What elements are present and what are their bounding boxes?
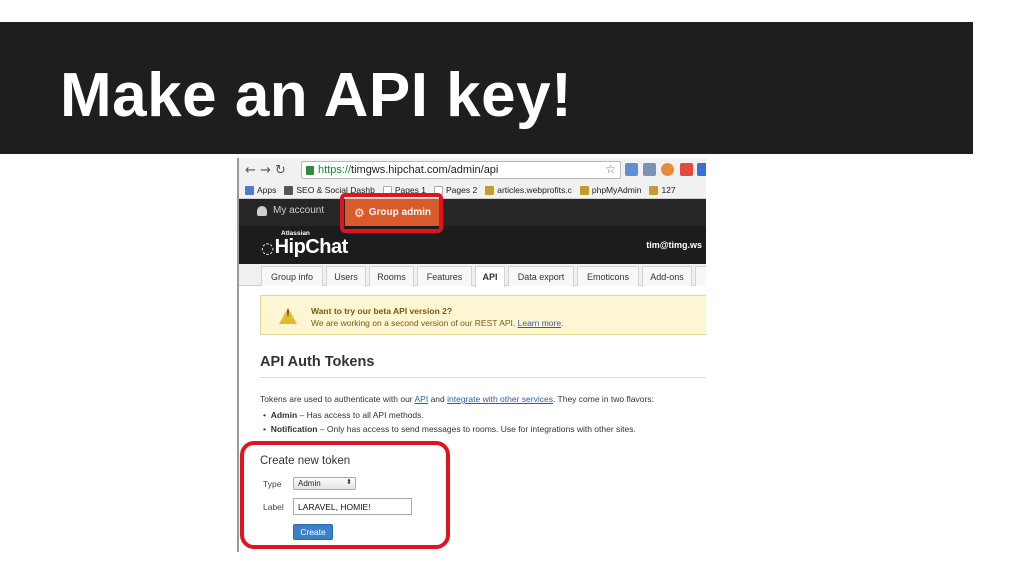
tab-users[interactable]: Users: [326, 266, 366, 286]
bookmarks-bar: Apps SEO & Social Dashb Pages 1 Pages 2 …: [239, 182, 706, 199]
extension-icon[interactable]: [697, 163, 706, 176]
tab-data-export[interactable]: Data export: [508, 266, 574, 286]
learn-more-link[interactable]: Learn more: [518, 318, 561, 328]
back-arrow-icon[interactable]: ←: [243, 160, 258, 180]
slide-title: Make an API key!: [60, 61, 573, 130]
tab-my-account[interactable]: My account: [257, 205, 324, 216]
chat-bubble-icon: ◌: [261, 239, 274, 257]
tab-emoticons[interactable]: Emoticons: [577, 266, 639, 286]
tab-rooms[interactable]: Rooms: [369, 266, 414, 286]
reload-icon[interactable]: ↻: [273, 160, 288, 180]
lock-icon: [306, 165, 314, 175]
address-bar[interactable]: https://timgws.hipchat.com/admin/api ☆: [301, 161, 621, 179]
section-title: API Auth Tokens: [260, 354, 375, 370]
address-url: https://timgws.hipchat.com/admin/api: [318, 164, 499, 176]
tab-features[interactable]: Features: [417, 266, 472, 286]
beta-api-notice: ! Want to try our beta API version 2? We…: [260, 295, 706, 335]
api-link[interactable]: API: [415, 394, 429, 404]
bookmark-icon: [649, 185, 659, 195]
integrate-link[interactable]: integrate with other services: [447, 394, 553, 404]
bookmark-icon: [284, 185, 294, 195]
extension-icon[interactable]: [661, 163, 674, 176]
bookmark-item[interactable]: 127: [649, 185, 676, 195]
bookmark-icon: [485, 185, 495, 195]
extension-icon[interactable]: [643, 163, 656, 176]
browser-toolbar: ← → ↻ https://timgws.hipchat.com/admin/a…: [239, 158, 706, 182]
tab-add-ons[interactable]: Add-ons: [642, 266, 692, 286]
admin-nav: Group info Users Rooms Features API Data…: [239, 264, 706, 287]
bookmark-icon: [579, 185, 589, 195]
warning-exclamation: !: [286, 308, 290, 318]
notice-text: We are working on a second version of ou…: [311, 318, 564, 328]
extension-icon[interactable]: [680, 163, 693, 176]
bookmark-item[interactable]: phpMyAdmin: [579, 185, 641, 195]
group-admin-highlight: [340, 193, 443, 233]
list-item: • Admin – Has access to all API methods.: [263, 410, 424, 420]
bookmark-item[interactable]: articles.webprofits.c: [485, 185, 572, 195]
tab-api[interactable]: API: [475, 266, 505, 287]
tab-more[interactable]: [695, 266, 706, 286]
divider: [260, 377, 706, 378]
hipchat-logo[interactable]: ◌HipChat: [261, 236, 348, 259]
bookmark-star-icon[interactable]: ☆: [605, 162, 616, 176]
notice-heading: Want to try our beta API version 2?: [311, 306, 453, 316]
create-token-highlight: [240, 441, 450, 549]
extension-icon[interactable]: [625, 163, 638, 176]
hipchat-tab-bar: My account: [239, 199, 706, 226]
tab-group-info[interactable]: Group info: [261, 266, 323, 286]
user-icon: [257, 205, 267, 216]
hipchat-header: Atlassian ◌HipChat tim@timg.ws: [239, 226, 706, 264]
intro-text: Tokens are used to authenticate with our…: [260, 394, 654, 404]
user-email[interactable]: tim@timg.ws: [646, 240, 702, 250]
forward-arrow-icon[interactable]: →: [258, 160, 273, 180]
bookmark-item[interactable]: Apps: [245, 185, 276, 195]
list-item: • Notification – Only has access to send…: [263, 424, 636, 434]
apps-grid-icon: [245, 185, 254, 195]
